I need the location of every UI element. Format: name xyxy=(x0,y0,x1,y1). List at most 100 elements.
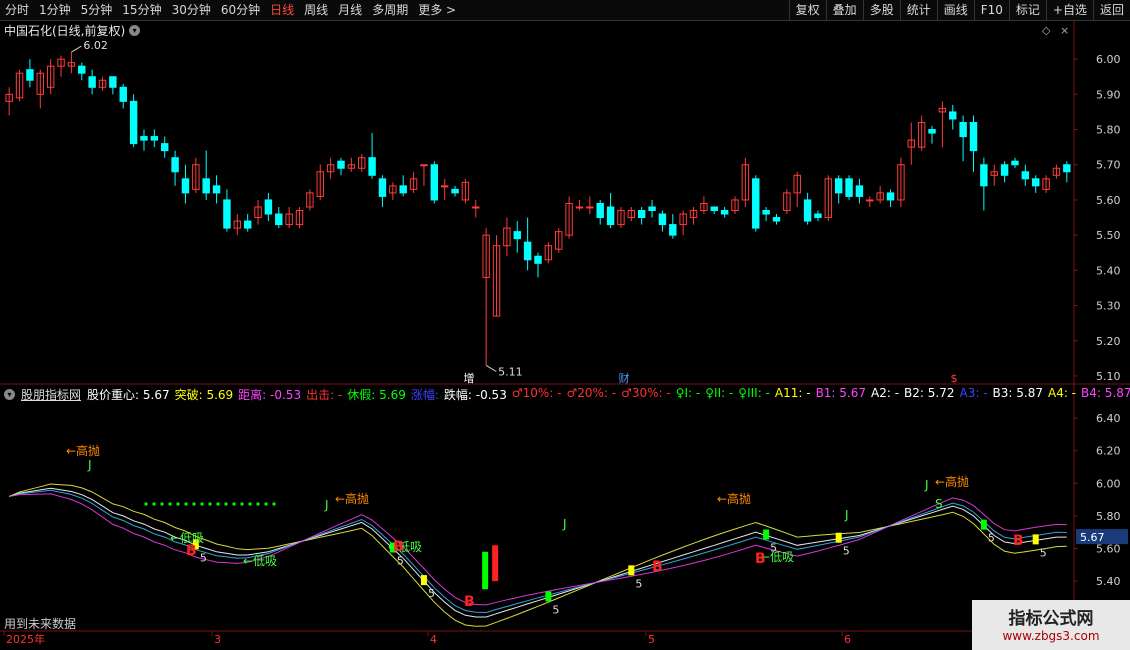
time-label-3: 5 xyxy=(648,633,655,646)
price-tick-label-2: 5.80 xyxy=(1096,124,1121,137)
candle-body-32 xyxy=(337,160,345,169)
price-tick-label-8: 5.20 xyxy=(1096,335,1121,348)
candle-body-89 xyxy=(928,129,936,134)
time-label-4: 6 xyxy=(844,633,851,646)
high-pointer xyxy=(71,45,82,53)
toolbar-button-3[interactable]: 统计 xyxy=(899,0,937,20)
future-data-note: 用到未来数据 xyxy=(4,617,77,631)
indicator-name[interactable]: 股朋指标网 xyxy=(21,386,81,403)
annotation-12: B xyxy=(755,551,766,567)
dotted-line-dot-6 xyxy=(192,502,196,506)
annotation-8: B xyxy=(186,543,197,559)
close-icon: × xyxy=(1060,24,1069,37)
dotted-line-dot-2 xyxy=(160,502,164,506)
ind-tick-label-0: 6.40 xyxy=(1096,412,1121,425)
candle-body-36 xyxy=(378,178,387,197)
candle-body-81 xyxy=(845,178,853,197)
indicator-field-11: ♀II: - xyxy=(705,386,734,400)
indicator-settings-icon[interactable]: ▾ xyxy=(4,389,15,400)
dotted-line-dot-16 xyxy=(272,502,276,506)
candle-body-78 xyxy=(814,213,822,219)
period-tab-7[interactable]: 周线 xyxy=(299,0,333,20)
diamond-icon: ◇ xyxy=(1042,24,1051,37)
candle-body-64 xyxy=(669,224,677,236)
ind-tick-label-4: 5.60 xyxy=(1096,543,1121,556)
indicator-field-19: A4: - xyxy=(1047,386,1077,400)
candle-body-26 xyxy=(275,213,283,226)
annotation-15: J xyxy=(324,498,329,512)
indicator-field-2: 距离: -0.53 xyxy=(238,388,302,402)
watermark: 指标公式网 www.zbgs3.com xyxy=(972,600,1130,650)
annotation-5: ←低吸 xyxy=(243,554,277,568)
candle-body-93 xyxy=(969,121,978,152)
dotted-line-dot-12 xyxy=(240,502,244,506)
period-tab-10[interactable]: 更多 > xyxy=(413,0,461,20)
toolbar-button-2[interactable]: 多股 xyxy=(862,0,900,20)
signal-block-4 xyxy=(628,565,635,576)
annotation-10: B xyxy=(464,594,475,610)
indicator-layer: 5 55555 555←高抛←高抛 ←高抛←高抛←低吸←低吸←低吸←低吸B BBB BBJ… xyxy=(9,443,1067,627)
ind-tick-label-5: 5.40 xyxy=(1096,575,1121,588)
dotted-line-dot-9 xyxy=(216,502,220,506)
candle-body-20 xyxy=(212,185,221,194)
dotted-line-dot-7 xyxy=(200,502,204,506)
candle-body-50 xyxy=(523,241,532,261)
candle-body-61 xyxy=(637,210,646,219)
dotted-line-dot-15 xyxy=(264,502,268,506)
toolbar-button-6[interactable]: 标记 xyxy=(1008,0,1046,20)
indicator-field-20: B4: 5.87 xyxy=(1081,386,1130,400)
candles-layer xyxy=(5,52,1071,366)
toolbar-button-5[interactable]: F10 xyxy=(973,0,1009,20)
period-tab-4[interactable]: 30分钟 xyxy=(167,0,216,20)
signal-block-3 xyxy=(545,591,552,602)
candle-body-13 xyxy=(140,136,148,141)
price-tick-label-6: 5.40 xyxy=(1096,264,1121,277)
period-tab-1[interactable]: 1分钟 xyxy=(34,0,76,20)
period-tab-9[interactable]: 多周期 xyxy=(367,0,413,20)
toolbar-right-buttons: 复权 叠加 多股 统计 画线 F10 标记 +自选 返回 xyxy=(788,0,1130,20)
series-line-distance xyxy=(9,493,1067,606)
dotted-line-dot-10 xyxy=(224,502,228,506)
toolbar-button-7[interactable]: +自选 xyxy=(1045,0,1093,20)
period-tab-8[interactable]: 月线 xyxy=(333,0,367,20)
event-marker-1: 财 xyxy=(619,371,630,385)
dotted-line-dot-8 xyxy=(208,502,212,506)
signal-block-8 xyxy=(1032,534,1039,545)
toolbar-button-4[interactable]: 画线 xyxy=(936,0,974,20)
signal-block-2 xyxy=(420,575,427,586)
title-dropdown-icon[interactable]: ▾ xyxy=(129,25,141,36)
candle-body-14 xyxy=(150,136,159,141)
toolbar-button-8[interactable]: 返回 xyxy=(1092,0,1130,20)
period-tab-3[interactable]: 15分钟 xyxy=(117,0,166,20)
indicator-fields: 股价重心: 5.67 突破: 5.69 距离: -0.53 出击: - 休假: 5.69… xyxy=(87,386,1130,403)
toolbar-button-1[interactable]: 叠加 xyxy=(825,0,863,20)
annotation-9: B xyxy=(393,539,404,555)
period-tab-5[interactable]: 60分钟 xyxy=(216,0,265,20)
indicator-field-13: A11: - xyxy=(774,386,811,400)
period-tab-6[interactable]: 日线 xyxy=(265,0,299,20)
candle-body-10 xyxy=(109,76,117,88)
signal-count-6: 5 xyxy=(843,545,850,558)
indicator-field-9: ♂30%: - xyxy=(621,386,671,400)
period-tab-2[interactable]: 5分钟 xyxy=(76,0,118,20)
candle-body-102 xyxy=(1063,164,1071,173)
dotted-line-dot-3 xyxy=(168,502,172,506)
stock-title: 中国石化(日线,前复权) xyxy=(4,24,126,38)
toolbar-button-0[interactable]: 复权 xyxy=(788,0,826,20)
candle-body-38 xyxy=(399,185,407,194)
series-line-breakout xyxy=(9,483,1067,627)
dotted-line-dot-1 xyxy=(152,502,156,506)
signal-count-8: 5 xyxy=(1040,546,1047,559)
ind-tick-label-1: 6.20 xyxy=(1096,445,1121,458)
candle-body-51 xyxy=(534,255,542,264)
dotted-line-dot-13 xyxy=(248,502,252,506)
candle-body-16 xyxy=(171,157,179,173)
period-tab-0[interactable]: 分时 xyxy=(0,0,34,20)
indicator-field-8: ♂20%: - xyxy=(566,386,617,400)
signal-count-1: 5 xyxy=(397,555,404,568)
period-tabs: 分时 1分钟 5分钟 15分钟 30分钟 60分钟 日线 周线 月线 多周期 更多 > xyxy=(0,0,789,20)
price-tick-label-0: 6.00 xyxy=(1096,53,1121,66)
annotation-17: J xyxy=(844,508,849,522)
candle-body-77 xyxy=(803,199,812,222)
signal-count-0: 5 xyxy=(200,551,207,564)
